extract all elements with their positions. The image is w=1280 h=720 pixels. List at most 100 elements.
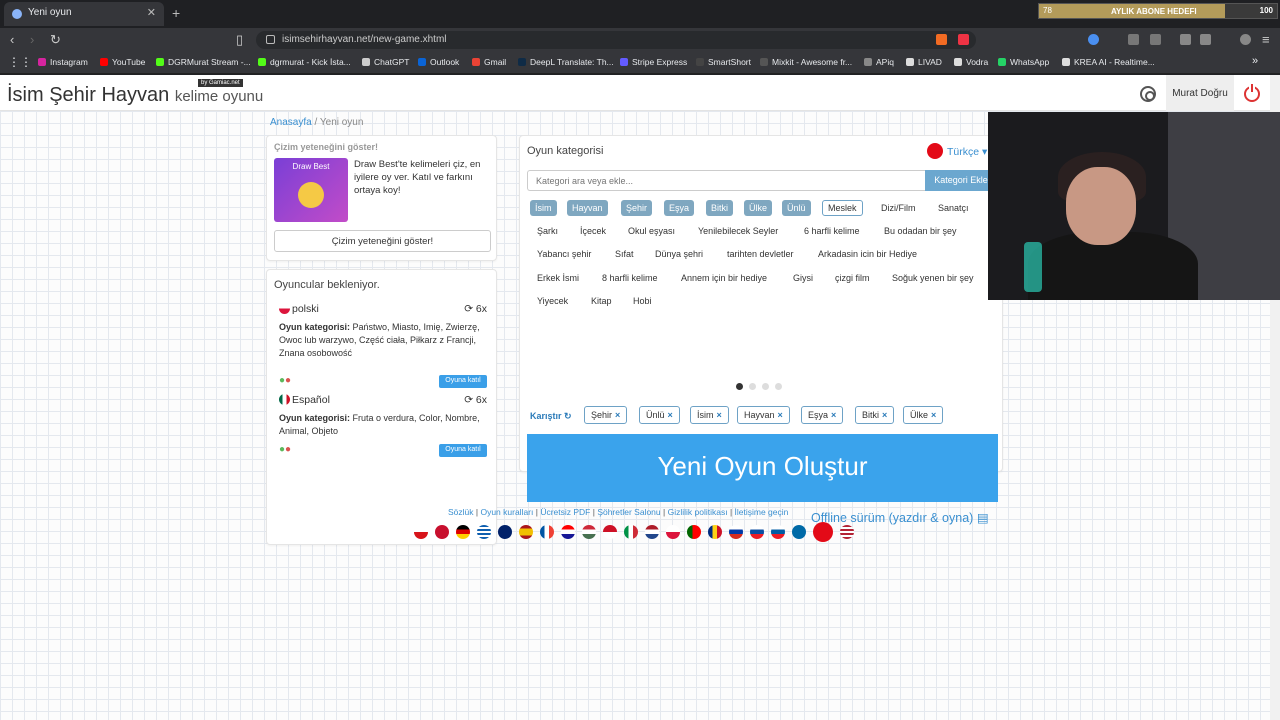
hungary-flag-icon[interactable] (582, 525, 596, 539)
category-chip[interactable]: Giysi (788, 270, 818, 286)
category-chip[interactable]: Yiyecek (532, 293, 573, 309)
indonesia-flag-icon[interactable] (603, 525, 617, 539)
draw-best-image[interactable]: Draw Best (274, 158, 348, 222)
bookmark-item[interactable]: dgrmurat - Kick İsta... (258, 57, 351, 67)
category-chip[interactable]: Sanatçı (933, 200, 974, 216)
category-chip[interactable]: İsim (530, 200, 557, 216)
slovakia-flag-icon[interactable] (750, 525, 764, 539)
category-chip[interactable]: Sıfat (610, 246, 639, 262)
bookmark-item[interactable]: LIVAD (906, 57, 942, 67)
sidebar-icon[interactable] (1180, 34, 1191, 45)
category-chip[interactable]: Dünya şehri (650, 246, 708, 262)
category-chip[interactable]: Bitki (706, 200, 734, 216)
bookmark-item[interactable]: DeepL Translate: Th... (518, 57, 614, 67)
add-category-button[interactable]: Kategori Ekle (925, 170, 997, 191)
bookmark-item[interactable]: KREA AI - Realtime... (1062, 57, 1155, 67)
croatia-flag-icon[interactable] (561, 525, 575, 539)
pagination-dots[interactable] (736, 379, 788, 393)
new-tab-button[interactable]: + (172, 5, 180, 21)
site-info-icon[interactable] (266, 35, 275, 44)
bookmark-item[interactable]: APiq (864, 57, 894, 67)
bookmark-item[interactable]: Instagram (38, 57, 88, 67)
extensions-icon[interactable] (1128, 34, 1139, 45)
category-chip[interactable]: çizgi film (830, 270, 875, 286)
bookmark-item[interactable]: Vodra (954, 57, 988, 67)
bookmark-item[interactable]: YouTube (100, 57, 145, 67)
back-icon[interactable]: ‹ (10, 32, 14, 47)
bookmark-item[interactable]: Gmail (472, 57, 506, 67)
denmark-flag-icon[interactable] (435, 525, 449, 539)
reload-icon[interactable]: ↻ (50, 32, 61, 48)
romania-flag-icon[interactable] (708, 525, 722, 539)
category-chip[interactable]: İçecek (575, 223, 611, 239)
site-logo[interactable]: İsim Şehir Hayvan kelime oyunu (7, 84, 263, 107)
footer-link[interactable]: Sözlük (448, 507, 474, 517)
footer-link[interactable]: Ücretsiz PDF (540, 507, 590, 517)
category-chip[interactable]: Arkadasin icin bir Hediye (813, 246, 922, 262)
user-menu[interactable]: Murat Doğru (1166, 75, 1234, 111)
category-chip[interactable]: Şehir (621, 200, 653, 216)
bookmark-item[interactable]: ChatGPT (362, 57, 409, 67)
category-chip[interactable]: Şarkı (532, 223, 563, 239)
footer-link[interactable]: İletişime geçin (735, 507, 789, 517)
remove-icon[interactable]: × (882, 410, 887, 420)
category-chip[interactable]: Ülke (744, 200, 773, 216)
remove-icon[interactable]: × (931, 410, 936, 420)
gear-icon[interactable] (1140, 86, 1156, 102)
germany-flag-icon[interactable] (456, 525, 470, 539)
footer-link[interactable]: Gizlilik politikası (668, 507, 728, 517)
remove-icon[interactable]: × (831, 410, 836, 420)
category-chip[interactable]: 8 harfli kelime (597, 270, 663, 286)
shuffle-button[interactable]: Karıştır ↻ (530, 411, 572, 422)
slovenia-flag-icon[interactable] (771, 525, 785, 539)
greece-flag-icon[interactable] (477, 525, 491, 539)
remove-icon[interactable]: × (615, 410, 620, 420)
category-search-input[interactable] (527, 170, 925, 191)
uk-flag-icon[interactable] (498, 525, 512, 539)
turkey-flag-icon[interactable] (813, 522, 833, 542)
footer-link[interactable]: Oyun kuralları (480, 507, 533, 517)
category-chip[interactable]: tarihten devletler (722, 246, 799, 262)
apps-grid-icon[interactable]: ⋮⋮ (8, 55, 32, 69)
join-game-button[interactable]: Oyuna katıl (439, 444, 487, 457)
bookmark-item[interactable]: Stripe Express (620, 57, 687, 67)
bookmark-item[interactable]: DGRMurat Stream -... (156, 57, 251, 67)
category-chip[interactable]: Yabancı şehir (532, 246, 596, 262)
remove-icon[interactable]: × (717, 410, 722, 420)
usa-flag-icon[interactable] (840, 525, 854, 539)
remove-icon[interactable]: × (668, 410, 673, 420)
portugal-flag-icon[interactable] (687, 525, 701, 539)
poland-flag-icon[interactable] (666, 525, 680, 539)
category-chip[interactable]: Hobi (628, 293, 657, 309)
category-chip[interactable]: 6 harfli kelime (799, 223, 865, 239)
category-chip[interactable]: Meslek (822, 200, 863, 216)
wallet-icon[interactable] (1200, 34, 1211, 45)
category-chip[interactable]: Annem için bir hediye (676, 270, 772, 286)
spain-flag-icon[interactable] (519, 525, 533, 539)
remove-icon[interactable]: × (778, 410, 783, 420)
browser-tab[interactable]: Yeni oyun ✕ (4, 2, 164, 26)
menu-icon[interactable]: ≡ (1262, 32, 1270, 47)
vpn-icon[interactable] (1240, 34, 1251, 45)
bookmark-item[interactable]: WhatsApp (998, 57, 1049, 67)
bookmark-item[interactable]: SmartShort (696, 57, 751, 67)
extension-icon[interactable] (1088, 34, 1099, 45)
bookmark-item[interactable]: Outlook (418, 57, 459, 67)
france-flag-icon[interactable] (540, 525, 554, 539)
more-bookmarks-icon[interactable]: » (1252, 55, 1258, 67)
language-select[interactable]: Türkçe ▾ (927, 143, 987, 159)
category-chip[interactable]: Okul eşyası (623, 223, 680, 239)
logout-power-icon[interactable] (1244, 84, 1260, 102)
bookmark-icon[interactable]: ▯ (236, 32, 243, 48)
join-game-button[interactable]: Oyuna katıl (439, 375, 487, 388)
draw-best-button[interactable]: Çizim yeteneğini göster! (274, 230, 491, 252)
brave-shield-icon[interactable] (936, 34, 947, 45)
category-chip[interactable]: Bu odadan bir şey (879, 223, 962, 239)
italy-flag-icon[interactable] (624, 525, 638, 539)
create-new-game-button[interactable]: Yeni Oyun Oluştur (527, 434, 998, 502)
netherlands-flag-icon[interactable] (645, 525, 659, 539)
category-chip[interactable]: Soğuk yenen bir şey (887, 270, 979, 286)
breadcrumb-home-link[interactable]: Anasayfa (270, 117, 312, 128)
close-tab-icon[interactable]: ✕ (147, 6, 156, 19)
czech-flag-icon[interactable] (414, 525, 428, 539)
